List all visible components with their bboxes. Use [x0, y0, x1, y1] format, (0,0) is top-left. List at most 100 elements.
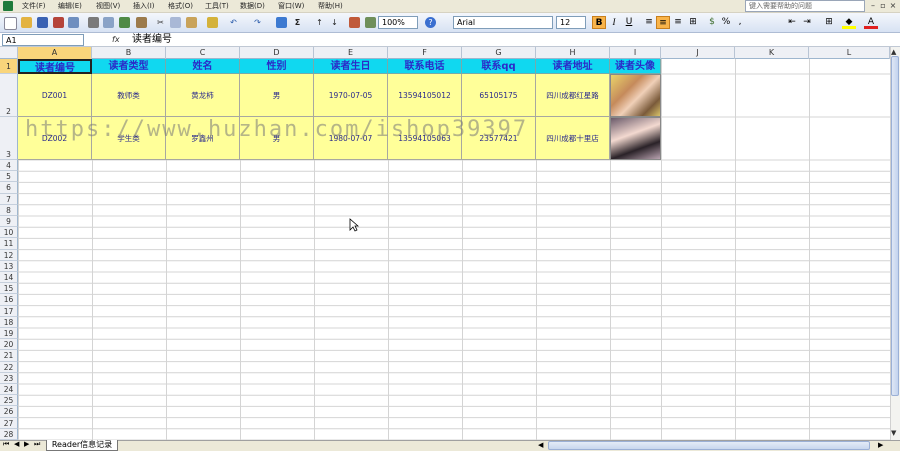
table-cell[interactable]: 65105175	[462, 74, 536, 117]
table-cell[interactable]: 13594105012	[388, 74, 462, 117]
row-header[interactable]: 24	[0, 384, 18, 396]
fx-icon[interactable]: fx	[112, 34, 126, 46]
print-preview-icon[interactable]	[103, 17, 114, 28]
format-painter-icon[interactable]	[207, 17, 218, 28]
menu-view[interactable]: 视图(V)	[96, 1, 120, 11]
row-header[interactable]: 12	[0, 249, 18, 261]
table-cell[interactable]: 男	[240, 74, 314, 117]
row-header[interactable]: 28	[0, 428, 18, 440]
minimize-icon[interactable]: –	[868, 0, 878, 12]
align-right-icon[interactable]: ≡	[671, 16, 685, 29]
zoom-select[interactable]: 100%	[378, 16, 418, 29]
formula-input[interactable]: 读者编号	[132, 33, 172, 47]
drawing-icon[interactable]	[365, 17, 376, 28]
spelling-icon[interactable]	[119, 17, 130, 28]
menu-insert[interactable]: 插入(I)	[133, 1, 155, 11]
table-cell[interactable]: 教师类	[92, 74, 166, 117]
row-header[interactable]: 19	[0, 328, 18, 340]
menu-help[interactable]: 帮助(H)	[318, 1, 343, 11]
column-header-k[interactable]: K	[735, 47, 809, 59]
column-header-f[interactable]: F	[388, 47, 462, 59]
header-cell-address[interactable]: 读者地址	[536, 59, 610, 74]
autosum-icon[interactable]: Σ	[292, 17, 303, 28]
fill-color-icon[interactable]: ◆	[842, 16, 856, 29]
font-color-icon[interactable]: A	[864, 16, 878, 29]
row-header[interactable]: 27	[0, 417, 18, 429]
row-header[interactable]: 26	[0, 406, 18, 418]
last-sheet-icon[interactable]: ⏭	[34, 440, 40, 449]
sort-ascending-icon[interactable]: ↑	[314, 17, 325, 28]
row-header[interactable]: 2	[0, 74, 18, 117]
header-cell-birthday[interactable]: 读者生日	[314, 59, 388, 74]
row-header[interactable]: 10	[0, 227, 18, 239]
chart-wizard-icon[interactable]	[349, 17, 360, 28]
table-cell[interactable]: 四川成都红星路	[536, 74, 610, 117]
row-header[interactable]: 3	[0, 117, 18, 160]
underline-button[interactable]: U	[622, 16, 636, 29]
align-left-icon[interactable]: ≡	[642, 16, 656, 29]
row-header[interactable]: 14	[0, 272, 18, 284]
permission-icon[interactable]	[53, 17, 64, 28]
currency-icon[interactable]: $	[705, 16, 719, 29]
row-header[interactable]: 6	[0, 182, 18, 194]
menu-file[interactable]: 文件(F)	[22, 1, 46, 11]
undo-icon[interactable]: ↶	[228, 17, 239, 28]
column-header-l[interactable]: L	[809, 47, 890, 59]
help-icon[interactable]: ?	[425, 17, 436, 28]
email-icon[interactable]	[68, 17, 79, 28]
column-header-c[interactable]: C	[166, 47, 240, 59]
row-header[interactable]: 15	[0, 283, 18, 295]
decrease-indent-icon[interactable]: ⇤	[785, 16, 799, 29]
first-sheet-icon[interactable]: ⏮	[3, 440, 9, 449]
row-header[interactable]: 13	[0, 260, 18, 272]
hyperlink-icon[interactable]	[276, 17, 287, 28]
row-header[interactable]: 18	[0, 316, 18, 328]
row-header[interactable]: 5	[0, 171, 18, 183]
scroll-up-icon[interactable]: ▲	[891, 48, 896, 56]
help-search-input[interactable]: 键入需要帮助的问题	[745, 0, 865, 12]
header-cell-avatar[interactable]: 读者头像	[610, 59, 661, 74]
save-icon[interactable]	[37, 17, 48, 28]
font-name-select[interactable]: Arial	[453, 16, 553, 29]
row-header[interactable]: 8	[0, 204, 18, 216]
scroll-left-icon[interactable]: ◀	[538, 441, 543, 449]
menu-format[interactable]: 格式(O)	[168, 1, 193, 11]
row-header[interactable]: 23	[0, 372, 18, 384]
excel-app-icon[interactable]	[3, 1, 13, 11]
row-header[interactable]: 4	[0, 160, 18, 172]
horizontal-scroll-thumb[interactable]	[548, 441, 870, 450]
restore-icon[interactable]: ▫	[878, 0, 888, 12]
row-header[interactable]: 11	[0, 238, 18, 250]
column-header-j[interactable]: J	[661, 47, 735, 59]
prev-sheet-icon[interactable]: ◀	[14, 440, 19, 448]
font-size-select[interactable]: 12	[556, 16, 586, 29]
italic-button[interactable]: I	[607, 16, 621, 29]
paste-icon[interactable]	[186, 17, 197, 28]
row-header[interactable]: 7	[0, 193, 18, 205]
table-cell[interactable]: DZ001	[18, 74, 92, 117]
percent-icon[interactable]: %	[719, 16, 733, 29]
header-cell-qq[interactable]: 联系qq	[462, 59, 536, 74]
borders-icon[interactable]: ⊞	[822, 16, 836, 29]
close-icon[interactable]: ×	[888, 0, 898, 12]
menu-tools[interactable]: 工具(T)	[205, 1, 229, 11]
column-header-i[interactable]: I	[610, 47, 661, 59]
reader-avatar-photo[interactable]	[610, 74, 661, 117]
row-header[interactable]: 1	[0, 59, 18, 74]
header-cell-name[interactable]: 姓名	[166, 59, 240, 74]
open-icon[interactable]	[21, 17, 32, 28]
column-header-h[interactable]: H	[536, 47, 610, 59]
reader-avatar-photo[interactable]	[610, 117, 661, 160]
header-cell-reader-type[interactable]: 读者类型	[92, 59, 166, 74]
scroll-right-icon[interactable]: ▶	[878, 441, 883, 449]
copy-icon[interactable]	[170, 17, 181, 28]
scroll-down-icon[interactable]: ▼	[891, 429, 896, 437]
column-header-d[interactable]: D	[240, 47, 314, 59]
menu-window[interactable]: 窗口(W)	[278, 1, 304, 11]
menu-edit[interactable]: 编辑(E)	[58, 1, 82, 11]
sort-descending-icon[interactable]: ↓	[329, 17, 340, 28]
align-center-icon[interactable]: ≡	[656, 16, 670, 29]
column-header-b[interactable]: B	[92, 47, 166, 59]
bold-button[interactable]: B	[592, 16, 606, 29]
merge-center-icon[interactable]: ⊞	[686, 16, 700, 29]
